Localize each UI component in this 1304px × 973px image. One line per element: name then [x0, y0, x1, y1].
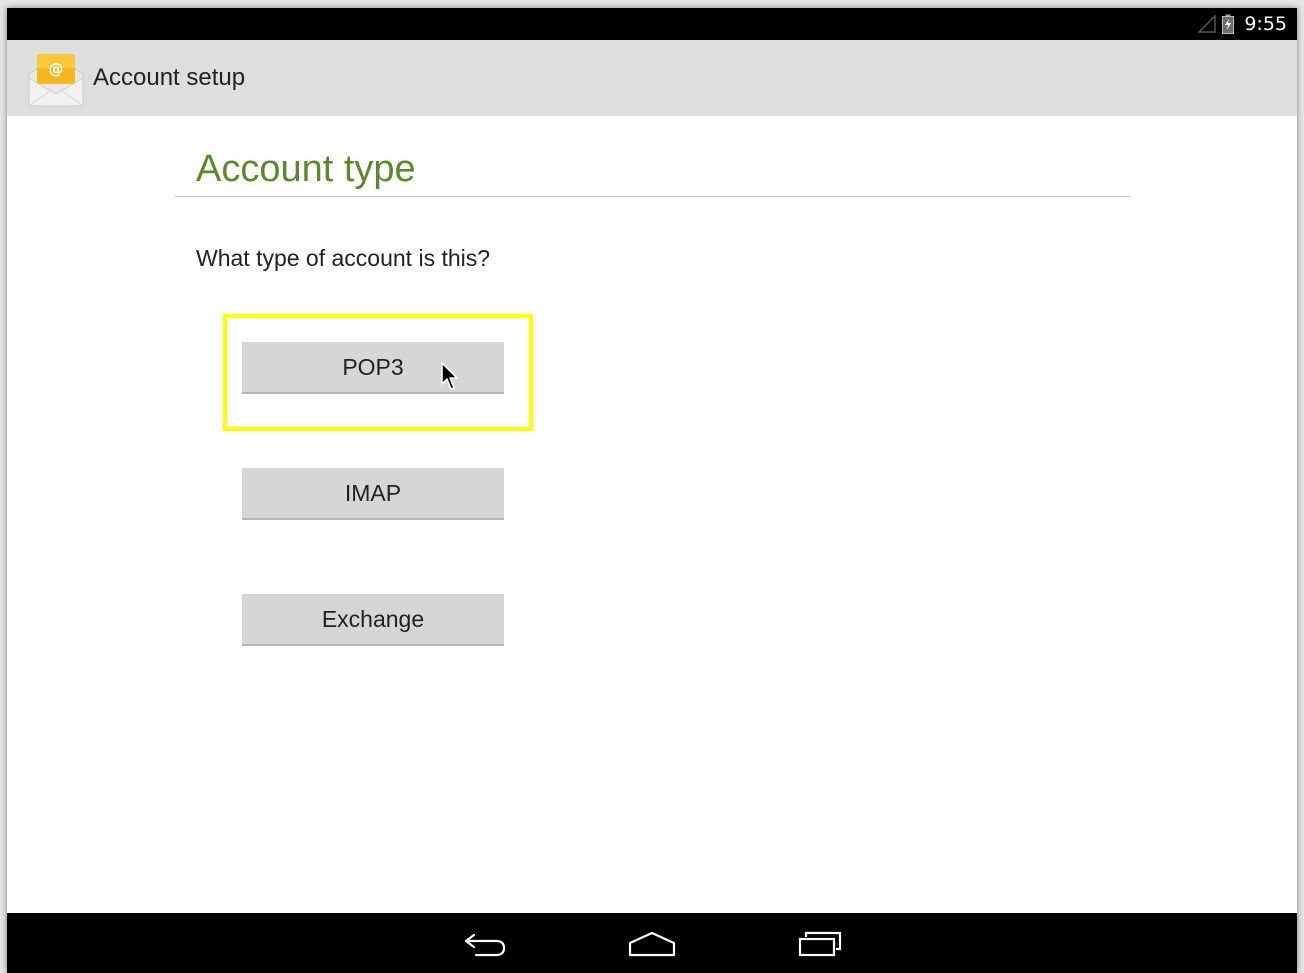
- signal-icon: [1198, 15, 1217, 33]
- device-screen: 9:55 @ Account setup Account type What t…: [7, 8, 1297, 973]
- home-button[interactable]: [612, 919, 692, 969]
- recent-apps-icon: [798, 931, 842, 957]
- pop3-button[interactable]: POP3: [242, 342, 504, 394]
- status-time: 9:55: [1244, 13, 1287, 35]
- mouse-cursor-icon: [441, 362, 458, 390]
- main-content: Account type What type of account is thi…: [7, 116, 1297, 913]
- section-divider: [175, 196, 1130, 197]
- status-icons: 9:55: [1198, 8, 1287, 40]
- back-icon: [464, 933, 506, 957]
- action-bar: @ Account setup: [7, 40, 1297, 117]
- action-bar-title: Account setup: [93, 64, 246, 91]
- svg-text:@: @: [49, 60, 64, 78]
- section-title: Account type: [196, 148, 416, 190]
- account-type-question: What type of account is this?: [196, 245, 491, 271]
- imap-button[interactable]: IMAP: [242, 468, 504, 520]
- status-bar: 9:55: [7, 8, 1297, 40]
- home-icon: [628, 931, 676, 957]
- recent-apps-button[interactable]: [780, 919, 860, 969]
- battery-icon: [1222, 14, 1235, 34]
- email-app-icon[interactable]: @: [25, 52, 87, 108]
- navigation-bar: [7, 913, 1297, 973]
- back-button[interactable]: [445, 919, 525, 969]
- exchange-button[interactable]: Exchange: [242, 594, 504, 646]
